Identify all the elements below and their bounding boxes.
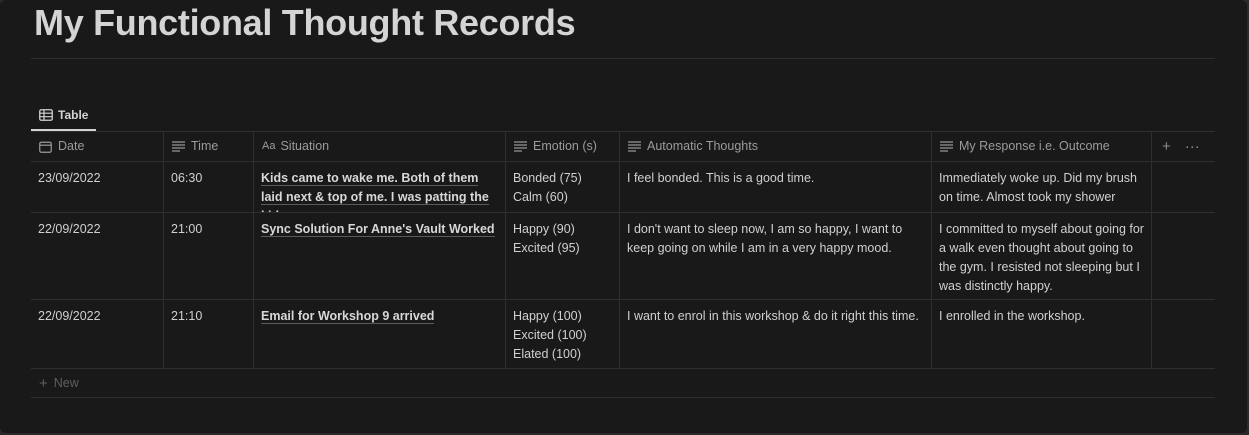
- tab-table-view[interactable]: Table: [31, 98, 97, 131]
- title-property-icon: Aa: [262, 140, 276, 152]
- automatic-thoughts-cell[interactable]: I feel bonded. This is a good time.: [620, 162, 932, 212]
- situation-link[interactable]: Email for Workshop 9 arrived: [261, 309, 435, 324]
- automatic-thoughts-cell[interactable]: I want to enrol in this workshop & do it…: [620, 300, 932, 368]
- title-divider: [31, 58, 1215, 59]
- emotion-entry: Happy (90): [513, 222, 575, 236]
- text-lines-icon: [172, 141, 185, 152]
- column-label: Automatic Thoughts: [647, 139, 758, 153]
- emotion-cell[interactable]: Bonded (75) Calm (60): [506, 162, 620, 212]
- emotion-entry: Excited (95): [513, 241, 580, 255]
- emotion-entry: Calm (60): [513, 190, 568, 204]
- column-header-time[interactable]: Time: [164, 132, 254, 161]
- response-cell[interactable]: Immediately woke up. Did my brush on tim…: [932, 162, 1152, 212]
- thought-records-table: Date Time Aa Situation Emotion (s) Autom…: [31, 131, 1215, 398]
- response-cell[interactable]: I enrolled in the workshop.: [932, 300, 1152, 368]
- date-cell[interactable]: 22/09/2022: [31, 300, 164, 368]
- column-label: My Response i.e. Outcome: [959, 139, 1110, 153]
- column-label: Time: [191, 139, 219, 153]
- time-cell[interactable]: 21:10: [164, 300, 254, 368]
- column-header-actions: + ···: [1152, 132, 1215, 161]
- add-property-button[interactable]: +: [1162, 137, 1171, 156]
- column-header-automatic-thoughts[interactable]: Automatic Thoughts: [620, 132, 932, 161]
- new-row-button[interactable]: + New: [31, 369, 1215, 398]
- date-cell[interactable]: 23/09/2022: [31, 162, 164, 212]
- date-cell[interactable]: 22/09/2022: [31, 213, 164, 299]
- table-header: Date Time Aa Situation Emotion (s) Autom…: [31, 132, 1215, 162]
- text-lines-icon: [514, 141, 527, 152]
- text-lines-icon: [628, 141, 641, 152]
- empty-cell: [1152, 213, 1215, 299]
- column-label: Date: [58, 139, 85, 153]
- emotion-entry: Elated (100): [513, 347, 582, 361]
- new-row-label: New: [53, 376, 79, 390]
- column-header-date[interactable]: Date: [31, 132, 164, 161]
- empty-cell: [1152, 300, 1215, 368]
- table-row[interactable]: 22/09/2022 21:00 Sync Solution For Anne'…: [31, 213, 1215, 300]
- column-label: Emotion (s): [533, 139, 597, 153]
- tab-label: Table: [58, 107, 89, 122]
- situation-link[interactable]: Sync Solution For Anne's Vault Worked: [261, 222, 495, 237]
- time-cell[interactable]: 06:30: [164, 162, 254, 212]
- empty-cell: [1152, 162, 1215, 212]
- emotion-entry: Happy (100): [513, 309, 582, 323]
- emotion-entry: Bonded (75): [513, 171, 582, 185]
- more-options-button[interactable]: ···: [1185, 137, 1200, 156]
- page-title[interactable]: My Functional Thought Records: [34, 2, 576, 44]
- page: My Functional Thought Records Table Date: [0, 0, 1247, 433]
- plus-icon: +: [39, 374, 48, 392]
- situation-cell[interactable]: Email for Workshop 9 arrived: [254, 300, 506, 368]
- table-row[interactable]: 22/09/2022 21:10 Email for Workshop 9 ar…: [31, 300, 1215, 369]
- response-cell[interactable]: I committed to myself about going for a …: [932, 213, 1152, 299]
- emotion-cell[interactable]: Happy (100) Excited (100) Elated (100): [506, 300, 620, 368]
- column-header-response[interactable]: My Response i.e. Outcome: [932, 132, 1152, 161]
- situation-link[interactable]: Kids came to wake me. Both of them laid …: [261, 171, 489, 212]
- automatic-thoughts-cell[interactable]: I don't want to sleep now, I am so happy…: [620, 213, 932, 299]
- column-header-emotion[interactable]: Emotion (s): [506, 132, 620, 161]
- situation-cell[interactable]: Sync Solution For Anne's Vault Worked: [254, 213, 506, 299]
- calendar-icon: [39, 141, 52, 153]
- emotion-entry: Excited (100): [513, 328, 587, 342]
- text-lines-icon: [940, 141, 953, 152]
- table-icon: [39, 108, 53, 121]
- time-cell[interactable]: 21:00: [164, 213, 254, 299]
- table-row[interactable]: 23/09/2022 06:30 Kids came to wake me. B…: [31, 162, 1215, 213]
- column-header-situation[interactable]: Aa Situation: [254, 132, 506, 161]
- column-label: Situation: [280, 139, 330, 153]
- emotion-cell[interactable]: Happy (90) Excited (95): [506, 213, 620, 299]
- situation-cell[interactable]: Kids came to wake me. Both of them laid …: [254, 162, 506, 212]
